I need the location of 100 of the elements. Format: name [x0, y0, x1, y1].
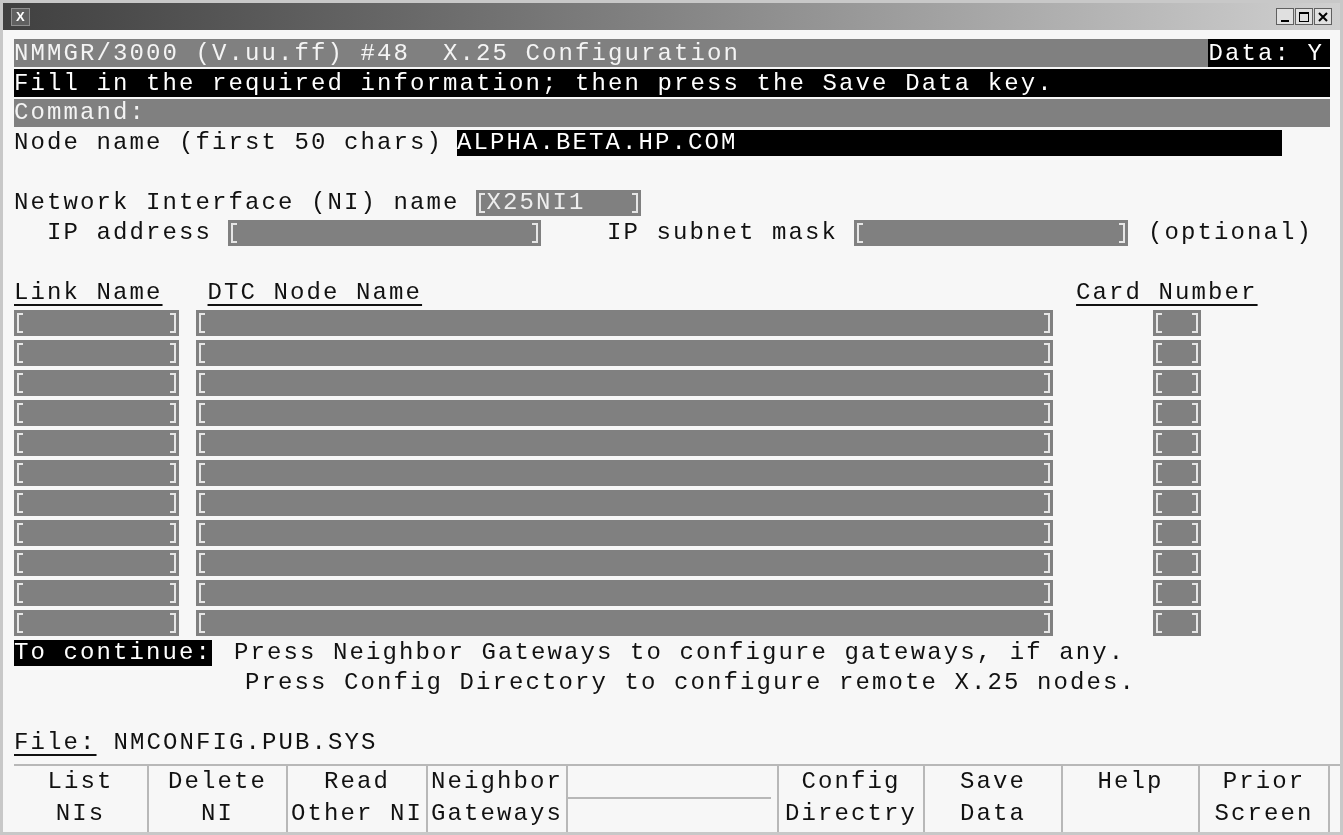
bracket-icon	[17, 553, 23, 573]
dtc-node-name-field[interactable]	[196, 580, 1053, 606]
dtc-node-name-field[interactable]	[196, 310, 1053, 336]
command-field[interactable]: Command:	[14, 99, 1330, 127]
bracket-icon	[1192, 583, 1198, 603]
bracket-icon	[170, 313, 176, 333]
screen-title: NMMGR/3000 (V.uu.ff) #48 X.25 Configuration	[14, 39, 1209, 67]
card-number-field[interactable]	[1153, 340, 1201, 366]
bracket-icon	[170, 553, 176, 573]
link-name-field[interactable]	[14, 460, 179, 486]
link-name-field[interactable]	[14, 340, 179, 366]
bracket-icon	[199, 523, 205, 543]
bracket-icon	[199, 313, 205, 333]
window-icon: X	[11, 7, 30, 26]
bracket-icon	[199, 493, 205, 513]
bracket-icon	[199, 403, 205, 423]
bracket-icon	[1156, 403, 1162, 423]
bracket-icon	[1044, 373, 1050, 393]
maximize-button[interactable]	[1295, 8, 1313, 25]
ip-address-field[interactable]	[228, 220, 542, 246]
dtc-node-name-field[interactable]	[196, 610, 1053, 636]
card-number-field[interactable]	[1153, 550, 1201, 576]
card-number-field[interactable]	[1153, 490, 1201, 516]
maximize-icon	[1299, 11, 1309, 22]
card-number-field[interactable]	[1153, 430, 1201, 456]
link-name-field[interactable]	[14, 370, 179, 396]
column-header: Link Name	[14, 278, 163, 308]
bracket-icon	[1156, 553, 1162, 573]
bracket-icon	[17, 403, 23, 423]
card-number-field[interactable]	[1153, 580, 1201, 606]
bracket-icon	[1192, 613, 1198, 633]
bracket-icon	[170, 403, 176, 423]
bracket-icon	[1044, 553, 1050, 573]
bracket-icon	[199, 373, 205, 393]
optional-note: (optional)	[1148, 218, 1314, 248]
dtc-node-name-field[interactable]	[196, 430, 1053, 456]
card-number-field[interactable]	[1153, 610, 1201, 636]
bracket-icon	[1156, 463, 1162, 483]
bracket-icon	[170, 373, 176, 393]
dtc-node-name-field[interactable]	[196, 340, 1053, 366]
bracket-icon	[231, 223, 238, 243]
bracket-icon	[170, 463, 176, 483]
bracket-icon	[1044, 463, 1050, 483]
link-name-field[interactable]	[14, 310, 179, 336]
card-number-field[interactable]	[1153, 370, 1201, 396]
minimize-button[interactable]	[1276, 8, 1294, 25]
bracket-icon	[1192, 343, 1198, 363]
bracket-icon	[170, 583, 176, 603]
link-name-field[interactable]	[14, 400, 179, 426]
bracket-icon	[631, 193, 638, 213]
link-name-field[interactable]	[14, 520, 179, 546]
column-header: DTC Node Name	[207, 278, 423, 308]
card-number-field[interactable]	[1153, 400, 1201, 426]
close-button[interactable]	[1314, 8, 1332, 25]
column-header: Card Number	[1076, 278, 1258, 308]
bracket-icon	[1156, 523, 1162, 543]
bracket-icon	[199, 463, 205, 483]
card-number-field[interactable]	[1153, 460, 1201, 486]
bracket-icon	[1192, 523, 1198, 543]
card-number-field[interactable]	[1153, 520, 1201, 546]
field-label: Network Interface (NI) name	[14, 188, 460, 218]
bracket-icon	[1044, 523, 1050, 543]
dtc-node-name-field[interactable]	[196, 550, 1053, 576]
dtc-node-name-field[interactable]	[196, 400, 1053, 426]
bracket-icon	[1044, 613, 1050, 633]
bracket-icon	[1156, 433, 1162, 453]
data-flag: Data: Y	[1208, 39, 1330, 67]
minimize-icon	[1281, 19, 1289, 22]
bracket-icon	[857, 223, 864, 243]
dtc-node-name-field[interactable]	[196, 520, 1053, 546]
bracket-icon	[1156, 373, 1162, 393]
bracket-icon	[1192, 493, 1198, 513]
link-name-field[interactable]	[14, 430, 179, 456]
bracket-icon	[17, 583, 23, 603]
bracket-icon	[17, 373, 23, 393]
bracket-icon	[1044, 403, 1050, 423]
link-name-field[interactable]	[14, 550, 179, 576]
bracket-icon	[1192, 553, 1198, 573]
bracket-icon	[478, 193, 485, 213]
bracket-icon	[1156, 343, 1162, 363]
instruction-message: Fill in the required information; then press the Save Data key.	[14, 69, 1330, 97]
subnet-mask-field[interactable]	[854, 220, 1129, 246]
link-name-field[interactable]	[14, 490, 179, 516]
bracket-icon	[1156, 583, 1162, 603]
bracket-icon	[199, 583, 205, 603]
bracket-icon	[199, 433, 205, 453]
bracket-icon	[17, 313, 23, 333]
link-name-field[interactable]	[14, 580, 179, 606]
card-number-field[interactable]	[1153, 310, 1201, 336]
field-label: IP subnet mask	[607, 218, 839, 248]
bracket-icon	[1156, 313, 1162, 333]
dtc-node-name-field[interactable]	[196, 370, 1053, 396]
instruction-text: Press Config Directory to configure remote X.25 nodes.	[245, 668, 1137, 698]
instruction-text: Press Neighbor Gateways to configure gateways, if any.	[234, 638, 1126, 668]
bracket-icon	[17, 463, 23, 483]
node-name-field[interactable]: ALPHA.BETA.HP.COM	[457, 130, 1283, 156]
link-name-field[interactable]	[14, 610, 179, 636]
dtc-node-name-field[interactable]	[196, 460, 1053, 486]
dtc-node-name-field[interactable]	[196, 490, 1053, 516]
bracket-icon	[199, 613, 205, 633]
